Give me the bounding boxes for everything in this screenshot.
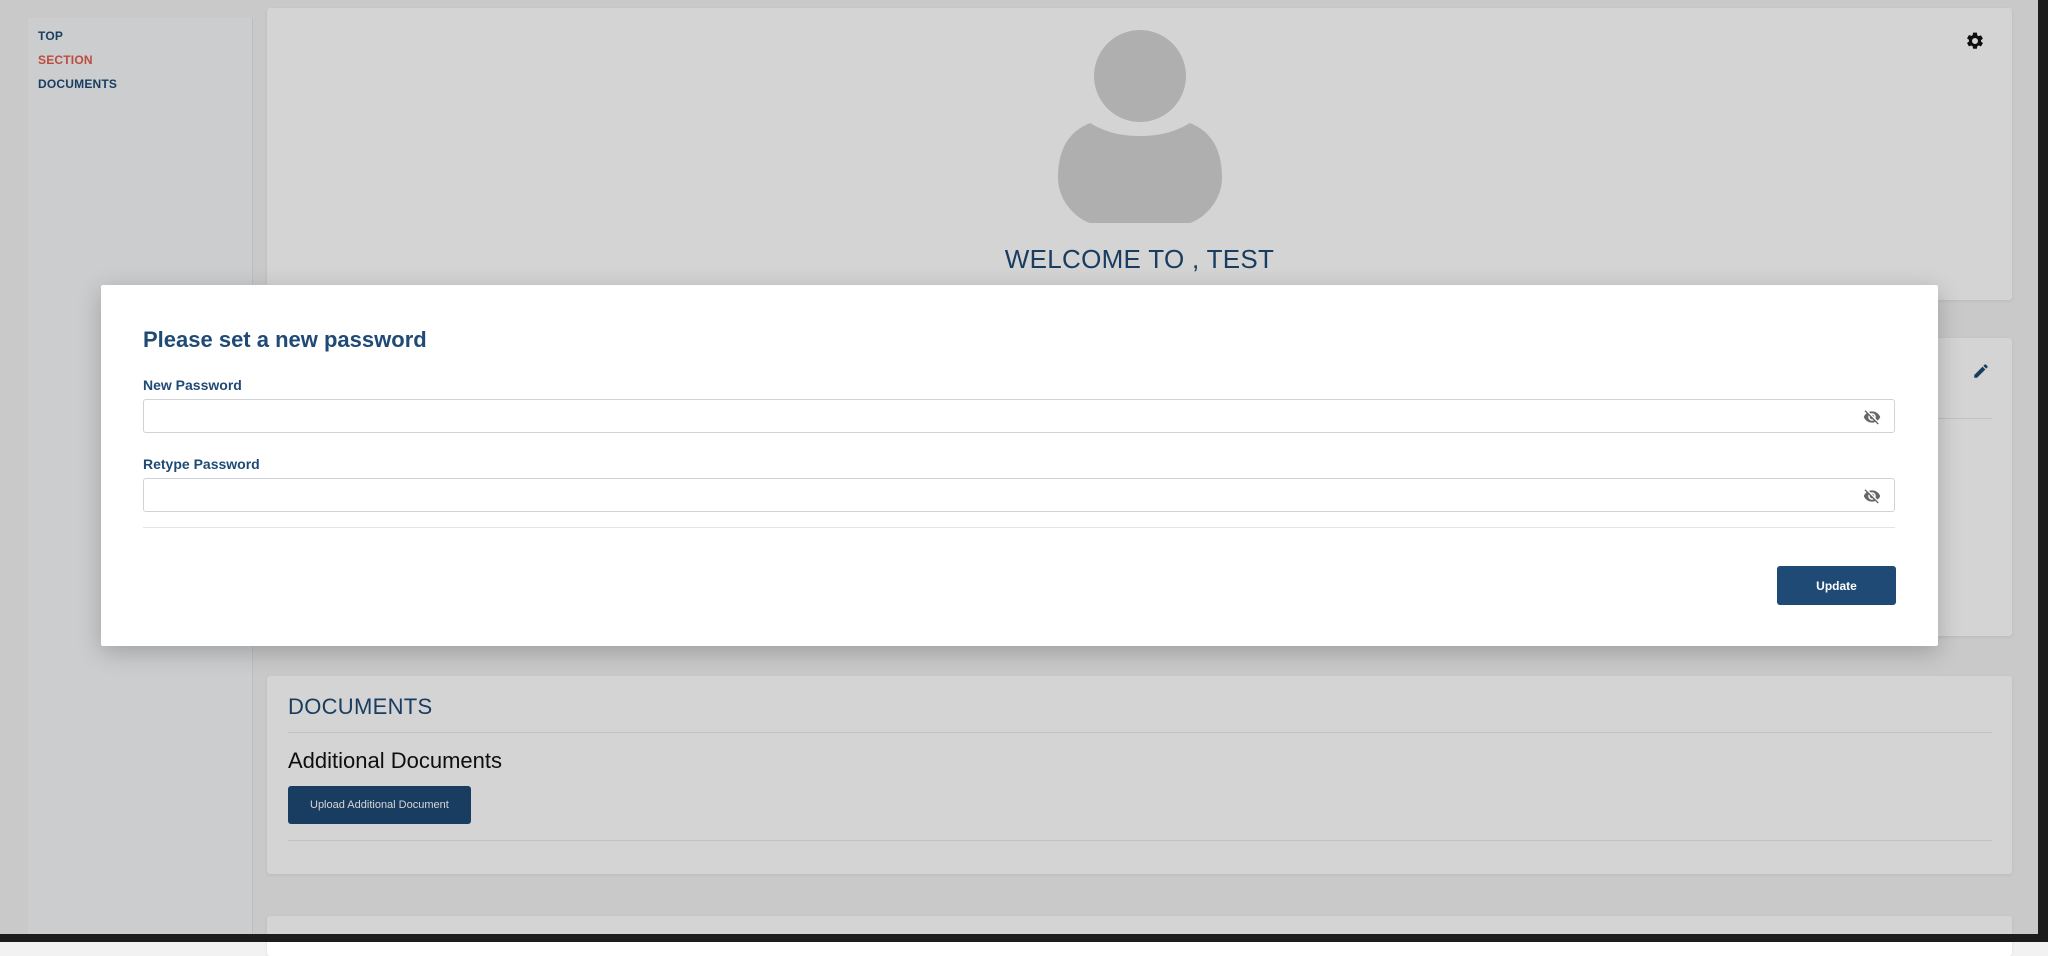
- update-button[interactable]: Update: [1777, 566, 1896, 605]
- new-password-field-wrapper: [143, 399, 1895, 433]
- modal-title: Please set a new password: [143, 327, 427, 352]
- set-password-modal: Please set a new password New Password R…: [101, 285, 1938, 646]
- eye-off-icon[interactable]: [1862, 487, 1882, 505]
- window-frame-right: [2038, 0, 2048, 942]
- retype-password-label: Retype Password: [143, 456, 260, 472]
- window-frame-bottom: [0, 934, 2048, 942]
- new-password-input[interactable]: [144, 400, 1894, 432]
- retype-password-input[interactable]: [144, 479, 1894, 511]
- eye-off-icon[interactable]: [1862, 408, 1882, 426]
- divider: [143, 527, 1895, 528]
- retype-password-field-wrapper: [143, 478, 1895, 512]
- new-password-label: New Password: [143, 377, 242, 393]
